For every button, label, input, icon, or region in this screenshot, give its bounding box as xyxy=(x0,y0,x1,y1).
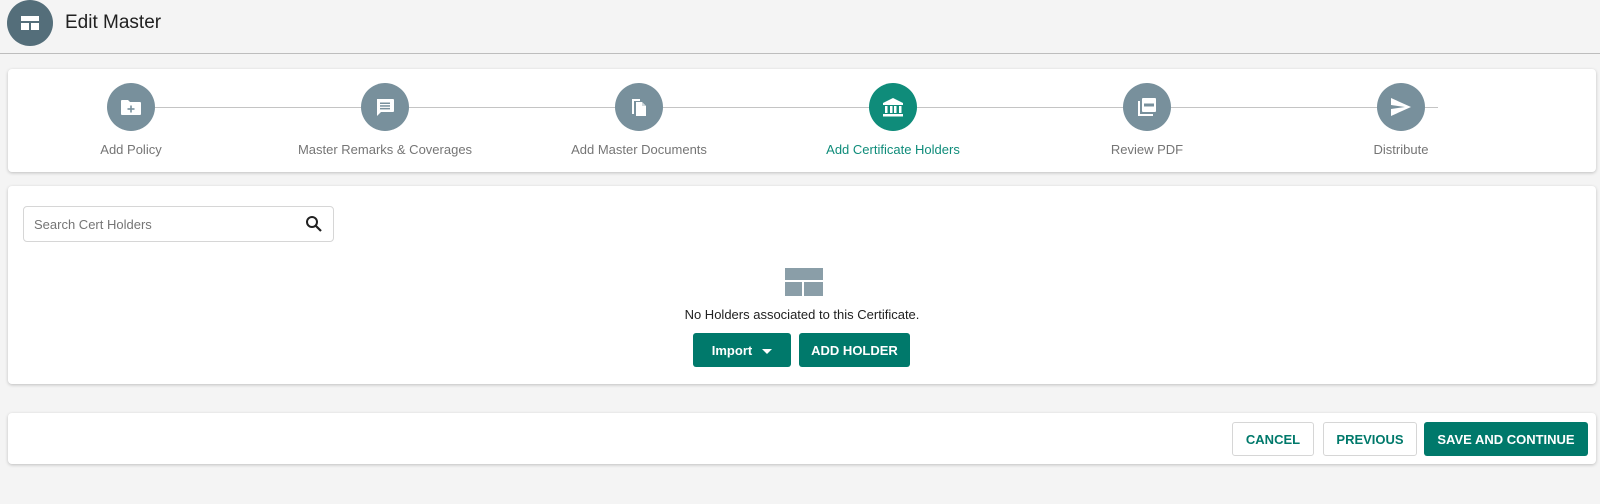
page-title: Edit Master xyxy=(65,12,162,33)
step-label: Add Certificate Holders xyxy=(826,142,960,157)
step-add-policy[interactable]: Add Policy xyxy=(11,83,251,157)
import-label: Import xyxy=(711,342,753,358)
send-icon xyxy=(1377,83,1425,131)
save-and-continue-button[interactable]: SAVE AND CONTINUE xyxy=(1424,422,1588,456)
search-icon[interactable] xyxy=(305,215,323,233)
step-add-certificate-holders[interactable]: Add Certificate Holders xyxy=(773,83,1013,157)
app-header: Edit Master xyxy=(0,0,1600,54)
stepper: Add Policy Master Remarks & Coverages Ad… xyxy=(8,69,1596,172)
cert-holders-panel: No Holders associated to this Certificat… xyxy=(8,186,1596,384)
search-cert-holders-field xyxy=(23,206,334,242)
step-distribute[interactable]: Distribute xyxy=(1281,83,1521,157)
cancel-button[interactable]: CANCEL xyxy=(1232,422,1314,456)
search-input[interactable] xyxy=(34,207,294,241)
pdf-icon xyxy=(1123,83,1171,131)
documents-icon xyxy=(615,83,663,131)
table-layout-icon xyxy=(785,268,823,296)
bank-icon xyxy=(869,83,917,131)
empty-state-message: No Holders associated to this Certificat… xyxy=(684,307,920,322)
step-label: Distribute xyxy=(1373,142,1429,157)
step-label: Review PDF xyxy=(1110,142,1184,157)
step-label: Add Policy xyxy=(100,142,162,157)
add-holder-button[interactable]: ADD HOLDER xyxy=(799,333,910,367)
footer-action-bar: CANCEL PREVIOUS SAVE AND CONTINUE xyxy=(8,413,1596,464)
previous-button[interactable]: PREVIOUS xyxy=(1323,422,1417,456)
step-review-pdf[interactable]: Review PDF xyxy=(1027,83,1267,157)
table-layout-icon xyxy=(7,0,53,46)
caret-down-icon xyxy=(762,349,773,354)
import-dropdown-button[interactable]: Import xyxy=(693,333,791,367)
step-add-master-documents[interactable]: Add Master Documents xyxy=(519,83,759,157)
step-label: Add Master Documents xyxy=(571,142,707,157)
folder-plus-icon xyxy=(107,83,155,131)
step-label: Master Remarks & Coverages xyxy=(297,142,473,157)
step-master-remarks[interactable]: Master Remarks & Coverages xyxy=(265,83,505,157)
comment-icon xyxy=(361,83,409,131)
